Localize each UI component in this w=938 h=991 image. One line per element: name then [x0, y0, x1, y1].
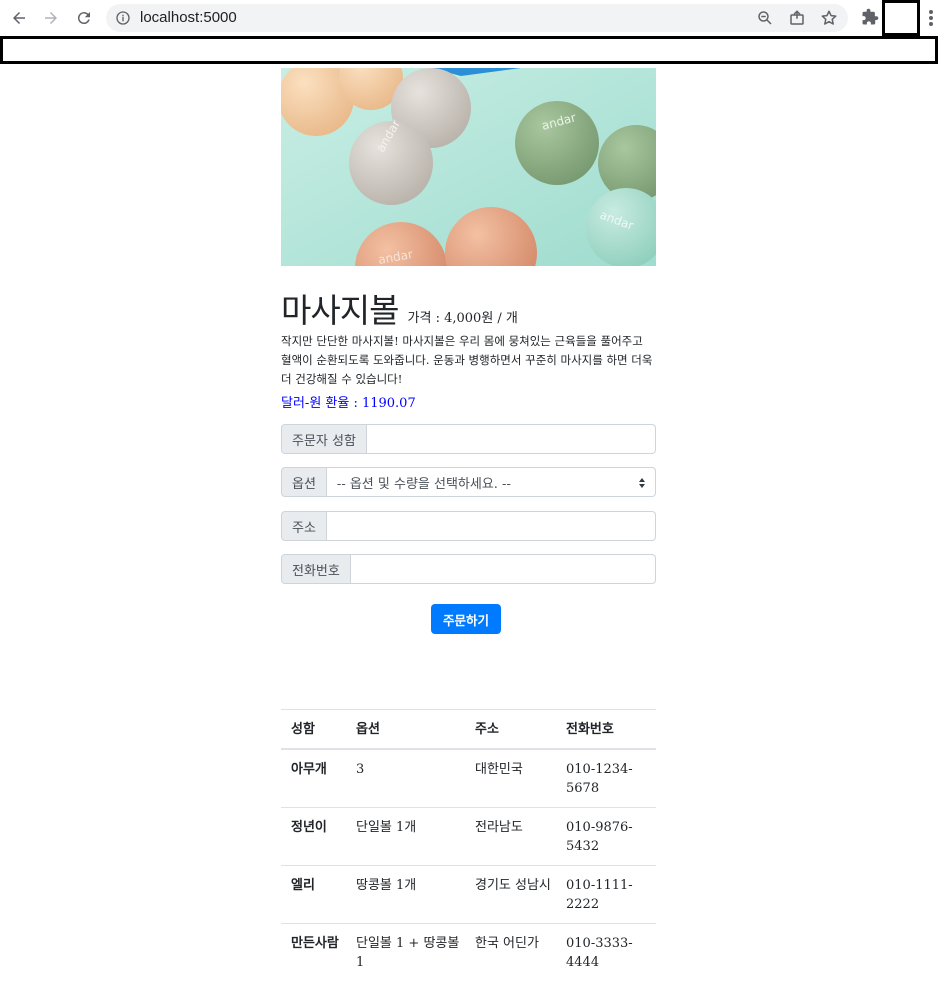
back-icon[interactable]: [6, 5, 32, 31]
name-label: 주문자 성함: [281, 424, 367, 454]
bookmark-star-icon[interactable]: [820, 9, 838, 27]
table-row: 아무개 3 대한민국 010-1234-5678: [281, 750, 656, 808]
profile-avatar[interactable]: [882, 0, 920, 36]
name-field-group: 주문자 성함: [281, 424, 656, 454]
order-button[interactable]: 주문하기: [431, 604, 501, 634]
cell-name: 아무개: [291, 762, 327, 777]
product-page: andar andar andar andar 마사지볼 가격 : 4,000원…: [281, 68, 656, 970]
table-row: 만든사람 단일볼 1 + 땅콩볼 1 한국 어딘가 010-3333-4444: [281, 924, 656, 982]
address-input[interactable]: [326, 511, 656, 541]
cell-address: 대한민국: [475, 762, 523, 777]
orders-table: 성함 옵션 주소 전화번호 아무개 3 대한민국 010-1234-5678 정…: [281, 709, 656, 982]
product-title: 마사지볼: [281, 291, 399, 330]
product-price: 가격 : 4,000원 / 개: [407, 311, 518, 326]
cell-phone: 010-1111-2222: [566, 878, 633, 912]
cell-phone: 010-3333-4444: [566, 936, 633, 970]
table-row: 정년이 단일볼 1개 전라남도 010-9876-5432: [281, 808, 656, 866]
cell-address: 한국 어딘가: [475, 936, 539, 951]
address-bar[interactable]: localhost:5000: [106, 4, 848, 32]
header-address: 주소: [475, 721, 499, 737]
phone-input[interactable]: [350, 554, 656, 584]
extensions-icon[interactable]: [861, 8, 879, 26]
cell-phone: 010-9876-5432: [566, 820, 633, 854]
phone-label: 전화번호: [281, 554, 351, 584]
cell-option: 단일볼 1개: [356, 820, 417, 835]
cell-option: 3: [356, 762, 365, 777]
more-menu-icon[interactable]: [928, 9, 934, 27]
option-label: 옵션: [281, 467, 327, 497]
table-row: 엘리 땅콩볼 1개 경기도 성남시 010-1111-2222: [281, 866, 656, 924]
cell-address: 경기도 성남시: [475, 878, 551, 893]
cell-phone: 010-1234-5678: [566, 762, 633, 796]
cell-option: 단일볼 1 + 땅콩볼 1: [356, 936, 460, 970]
url-text: localhost:5000: [140, 9, 237, 26]
reload-icon[interactable]: [71, 5, 97, 31]
header-option: 옵션: [356, 721, 380, 737]
option-select[interactable]: -- 옵션 및 수량을 선택하세요. --: [326, 467, 656, 497]
phone-field-group: 전화번호: [281, 554, 656, 584]
option-selected-text: -- 옵션 및 수량을 선택하세요. --: [336, 476, 511, 492]
address-label: 주소: [281, 511, 327, 541]
cell-option: 땅콩볼 1개: [356, 878, 417, 893]
header-name: 성함: [291, 721, 315, 737]
option-field-group: 옵션 -- 옵션 및 수량을 선택하세요. --: [281, 467, 656, 497]
product-description: 작지만 단단한 마사지볼! 마사지볼은 우리 몸에 뭉쳐있는 근육들을 풀어주고…: [281, 334, 653, 386]
cell-name: 엘리: [291, 878, 315, 893]
info-icon[interactable]: [115, 10, 131, 26]
cell-name: 정년이: [291, 820, 327, 835]
address-field-group: 주소: [281, 511, 656, 541]
zoom-out-icon[interactable]: [756, 9, 774, 27]
name-input[interactable]: [366, 424, 656, 454]
exchange-rate: 달러-원 환율 : 1190.07: [281, 396, 416, 411]
cell-address: 전라남도: [475, 820, 523, 835]
browser-toolbar: localhost:5000: [0, 0, 938, 36]
cell-name: 만든사람: [291, 936, 339, 951]
header-phone: 전화번호: [566, 721, 614, 737]
share-icon[interactable]: [788, 9, 806, 27]
bookmark-bar: [0, 36, 938, 64]
select-arrows-icon: [639, 478, 645, 488]
product-image: andar andar andar andar: [281, 68, 656, 266]
forward-icon[interactable]: [38, 5, 64, 31]
table-header: 성함 옵션 주소 전화번호: [281, 710, 656, 750]
